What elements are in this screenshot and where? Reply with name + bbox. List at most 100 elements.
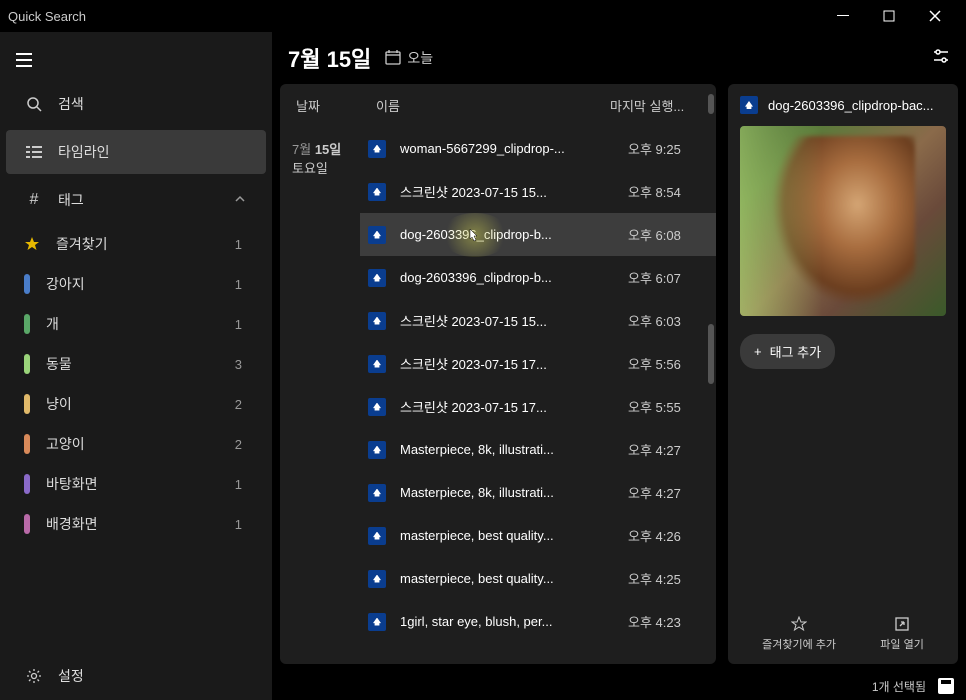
tag-row[interactable]: 강아지1	[0, 264, 272, 304]
tag-count: 1	[235, 317, 242, 332]
image-file-icon	[368, 484, 386, 502]
maximize-button[interactable]	[866, 0, 912, 32]
timeline-icon	[26, 144, 42, 160]
file-row[interactable]: 스크린샷 2023-07-15 17... 오후 5:56	[360, 342, 716, 385]
tag-color-icon	[24, 434, 30, 454]
sidebar-item-timeline[interactable]: 타임라인	[6, 130, 266, 174]
tag-row[interactable]: 동물 3	[0, 344, 272, 384]
file-row[interactable]: woman-5667299_clipdrop-...오후 9:25	[360, 127, 716, 170]
date-group: 7월 15일 토요일	[280, 127, 360, 664]
file-row[interactable]: dog-2603396_clipdrop-b... 오후 6:08	[360, 213, 716, 256]
tag-row[interactable]: 바탕화면1	[0, 464, 272, 504]
file-time: 오후 4:23	[628, 612, 708, 631]
list-header: 날짜 이름 마지막 실행...	[280, 84, 716, 127]
tag-count: 3	[235, 357, 242, 372]
page-title: 7월 15일	[288, 42, 371, 74]
tag-row[interactable]: 즐겨찾기1	[0, 224, 272, 264]
file-name: masterpiece, best quality...	[400, 571, 614, 586]
hamburger-icon	[16, 53, 32, 67]
today-button[interactable]: 오늘	[385, 48, 433, 68]
file-time: 오후 8:54	[628, 182, 708, 201]
add-tag-label: 태그 추가	[770, 342, 821, 361]
image-file-icon	[368, 398, 386, 416]
file-row[interactable]: 스크린샷 2023-07-15 15... 오후 6:03	[360, 299, 716, 342]
close-button[interactable]	[912, 0, 958, 32]
minimize-button[interactable]	[820, 0, 866, 32]
tag-count: 2	[235, 437, 242, 452]
tag-count: 1	[235, 517, 242, 532]
preview-image[interactable]	[740, 126, 946, 316]
star-icon	[24, 236, 40, 252]
file-time: 오후 4:27	[628, 440, 708, 459]
tag-label: 바탕화면	[46, 474, 219, 494]
file-row[interactable]: dog-2603396_clipdrop-b...오후 6:07	[360, 256, 716, 299]
file-name: 1girl, star eye, blush, per...	[400, 614, 614, 629]
chevron-up-icon	[234, 192, 246, 208]
tag-row[interactable]: 냥이 2	[0, 384, 272, 424]
file-row[interactable]: masterpiece, best quality... 오후 4:26	[360, 514, 716, 557]
date-group-day: 7월 15일	[292, 139, 352, 158]
open-icon	[894, 616, 910, 632]
preview-panel: dog-2603396_clipdrop-bac... + 태그 추가 즐겨찾기…	[728, 84, 958, 664]
image-file-icon	[368, 355, 386, 373]
search-label: 검색	[58, 94, 246, 114]
file-row[interactable]: 1girl, star eye, blush, per... 오후 4:23	[360, 600, 716, 643]
tag-row[interactable]: 고양이2	[0, 424, 272, 464]
file-time: 오후 5:55	[628, 397, 708, 416]
file-name: 스크린샷 2023-07-15 15...	[400, 311, 614, 330]
file-time: 오후 4:27	[628, 483, 708, 502]
col-header-name[interactable]: 이름	[376, 96, 610, 115]
tag-color-icon	[24, 394, 30, 414]
col-header-time[interactable]: 마지막 실행...	[610, 96, 700, 115]
file-row[interactable]: Masterpiece, 8k, illustrati...오후 4:27	[360, 428, 716, 471]
file-time: 오후 4:25	[628, 569, 708, 588]
file-name: 스크린샷 2023-07-15 15...	[400, 182, 614, 201]
tag-label: 배경화면	[46, 514, 219, 534]
add-favorite-button[interactable]: 즐겨찾기에 추가	[762, 616, 836, 652]
file-name: masterpiece, best quality...	[400, 528, 614, 543]
app-title: Quick Search	[8, 9, 86, 24]
image-file-icon	[368, 312, 386, 330]
image-file-icon	[368, 269, 386, 287]
preview-filename: dog-2603396_clipdrop-bac...	[768, 98, 934, 113]
menu-button[interactable]	[4, 40, 44, 80]
tag-row[interactable]: 개1	[0, 304, 272, 344]
hash-icon: #	[26, 192, 42, 208]
col-header-date[interactable]: 날짜	[296, 96, 376, 115]
open-file-button[interactable]: 파일 열기	[880, 616, 924, 652]
file-name: 스크린샷 2023-07-15 17...	[400, 354, 614, 373]
tag-count: 2	[235, 397, 242, 412]
add-tag-button[interactable]: + 태그 추가	[740, 334, 835, 369]
file-time: 오후 6:03	[628, 311, 708, 330]
file-time: 오후 4:26	[628, 526, 708, 545]
image-file-icon	[368, 527, 386, 545]
save-icon[interactable]	[938, 678, 954, 694]
file-row[interactable]: Masterpiece, 8k, illustrati...오후 4:27	[360, 471, 716, 514]
filter-button[interactable]	[932, 47, 950, 70]
search-row[interactable]: 검색	[6, 82, 266, 126]
file-row[interactable]: 스크린샷 2023-07-15 17...오후 5:55	[360, 385, 716, 428]
favorite-label: 즐겨찾기에 추가	[762, 636, 836, 652]
file-name: dog-2603396_clipdrop-b...	[400, 227, 614, 242]
tag-color-icon	[24, 474, 30, 494]
file-row[interactable]: 스크린샷 2023-07-15 15... 오후 8:54	[360, 170, 716, 213]
file-time: 오후 6:08	[628, 225, 708, 244]
tags-label: 태그	[58, 190, 218, 210]
file-row[interactable]: masterpiece, best quality... 오후 4:25	[360, 557, 716, 600]
sidebar-item-settings[interactable]: 설정	[6, 654, 266, 698]
tag-label: 냥이	[46, 394, 219, 414]
settings-label: 설정	[58, 666, 246, 686]
file-time: 오후 5:56	[628, 354, 708, 373]
tag-label: 동물	[46, 354, 219, 374]
tag-row[interactable]: 배경화면 1	[0, 504, 272, 544]
image-file-icon	[740, 96, 758, 114]
scrollbar-thumb[interactable]	[708, 94, 714, 114]
sidebar-item-tags[interactable]: # 태그	[6, 178, 266, 222]
tag-count: 1	[235, 237, 242, 252]
content-area: 7월 15일 오늘 날짜 이름 마지막 실행... 7월 15일	[272, 32, 966, 700]
tag-label: 강아지	[46, 274, 219, 294]
gear-icon	[26, 668, 42, 684]
timeline-label: 타임라인	[58, 142, 246, 162]
image-file-icon	[368, 226, 386, 244]
filter-icon	[932, 47, 950, 65]
